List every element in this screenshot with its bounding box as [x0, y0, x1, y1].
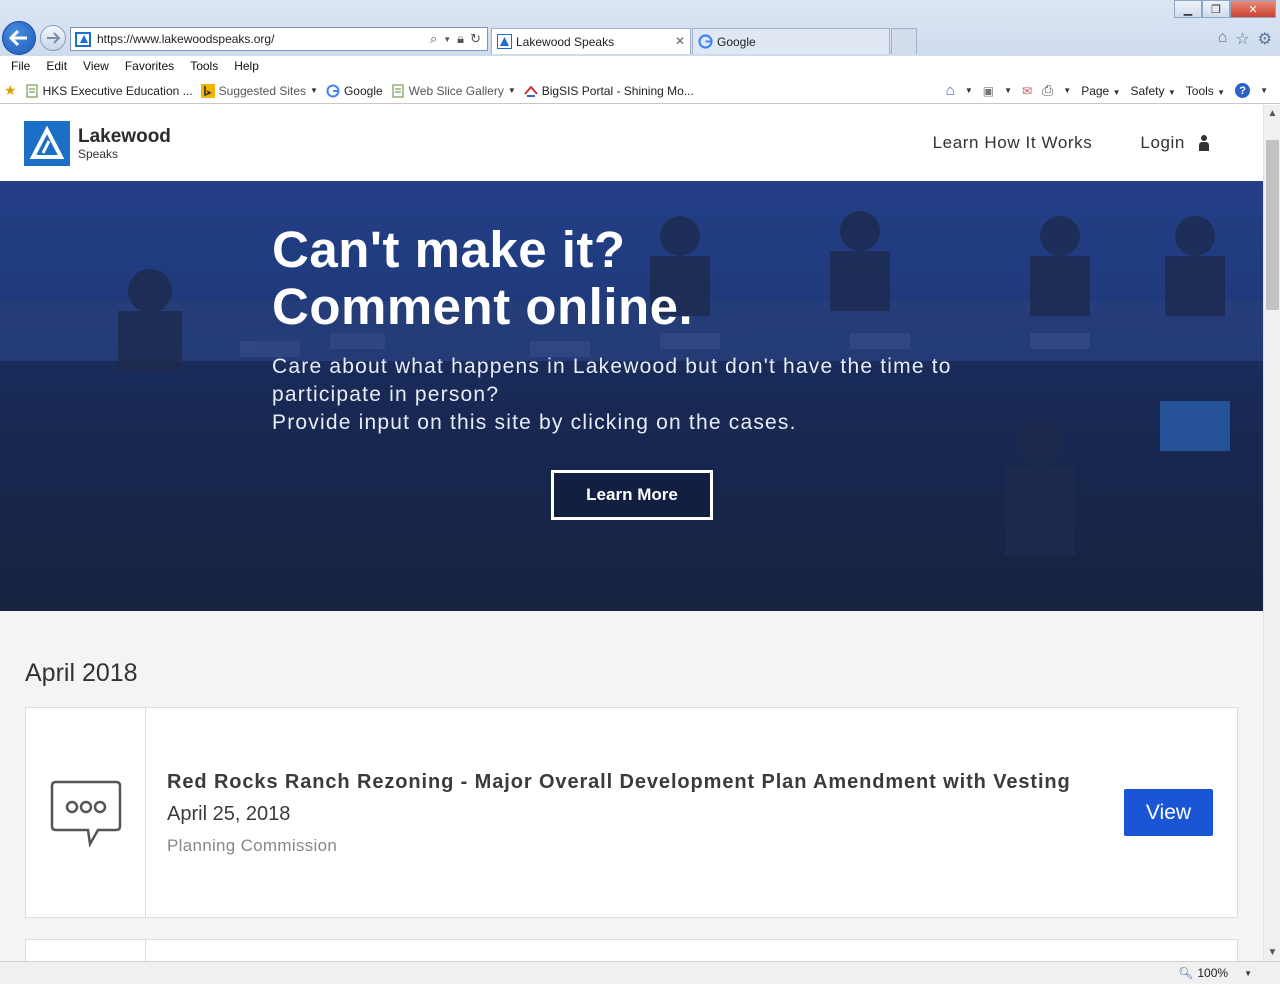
tools-menu[interactable]: Tools ▼ [1186, 84, 1225, 98]
zoom-control[interactable]: 🔍︎ 100% ▼ [1178, 966, 1252, 980]
favorite-suggested-sites[interactable]: Suggested Sites ▼ [200, 83, 318, 98]
page-menu[interactable]: Page ▼ [1081, 84, 1120, 98]
view-button[interactable]: View [1124, 789, 1213, 836]
site-logo[interactable]: Lakewood Speaks [24, 121, 171, 166]
tab-label: Google [717, 35, 756, 49]
forward-button[interactable] [40, 25, 66, 51]
menu-view[interactable]: View [75, 56, 117, 78]
user-icon [1199, 135, 1209, 151]
chevron-down-icon: ▼ [310, 86, 318, 95]
address-url[interactable]: https://www.lakewoodspeaks.org/ [97, 32, 274, 46]
forward-arrow-icon [47, 32, 60, 44]
bing-icon [200, 83, 215, 98]
safety-menu[interactable]: Safety ▼ [1131, 84, 1176, 98]
rss-feed-icon[interactable]: ▣ [983, 84, 994, 98]
chevron-down-icon[interactable]: ▼ [965, 86, 973, 95]
search-icon[interactable]: ⌕ [430, 31, 437, 47]
lock-icon[interactable]: 🔒︎ [457, 31, 464, 47]
comment-bubble-icon [50, 780, 122, 848]
chevron-down-icon: ▼ [1244, 968, 1252, 978]
month-heading: April 2018 [25, 659, 138, 687]
menu-bar: File Edit View Favorites Tools Help [0, 56, 1280, 78]
vertical-scrollbar[interactable]: ▲ ▼ [1263, 105, 1280, 961]
site-nav: Learn How It Works Login [933, 133, 1209, 153]
favorite-web-slice-gallery[interactable]: Web Slice Gallery ▼ [391, 84, 516, 98]
browser-titlebar: https://www.lakewoodspeaks.org/ ⌕ ▼ 🔒︎ ↻… [0, 0, 1280, 56]
home-icon[interactable]: ⌂ [1218, 29, 1228, 49]
case-title[interactable]: Red Rocks Ranch Rezoning - Major Overall… [167, 771, 1071, 794]
home-icon[interactable]: ⌂ [946, 82, 955, 99]
case-card[interactable] [25, 939, 1238, 961]
favorite-hks[interactable]: HKS Executive Education ... [25, 84, 193, 98]
tab-lakewood-speaks[interactable]: Lakewood Speaks ✕ [491, 28, 691, 54]
favorites-bar: ★ HKS Executive Education ... Suggested … [0, 78, 1280, 104]
scroll-down-icon[interactable]: ▼ [1264, 944, 1280, 961]
page-icon [26, 84, 38, 97]
favorite-google[interactable]: Google [326, 84, 383, 98]
dropdown-arrow-icon[interactable]: ▼ [443, 35, 451, 44]
zoom-icon: 🔍︎ [1178, 966, 1194, 980]
menu-favorites[interactable]: Favorites [117, 56, 182, 78]
google-icon [698, 34, 713, 49]
favorites-star-icon[interactable]: ★ [4, 82, 17, 99]
hero-subtitle: Care about what happens in Lakewood but … [272, 355, 952, 434]
google-icon [326, 84, 340, 97]
logo-tagline: Speaks [78, 147, 119, 161]
minimize-button[interactable]: ▁ [1174, 0, 1202, 18]
hero-banner: Can't make it? Comment online. Care abou… [0, 181, 1263, 611]
site-favicon-icon [75, 32, 91, 47]
close-window-button[interactable]: ✕ [1230, 0, 1276, 18]
chevron-down-icon[interactable]: ▼ [1004, 86, 1012, 95]
learn-more-button[interactable]: Learn More [551, 470, 713, 520]
scroll-thumb[interactable] [1266, 140, 1279, 310]
nav-login[interactable]: Login [1140, 133, 1209, 153]
favorites-star-icon[interactable]: ☆ [1235, 29, 1249, 49]
chevron-down-icon[interactable]: ▼ [1063, 86, 1071, 95]
help-icon[interactable]: ? [1235, 83, 1251, 98]
lakewood-logo-icon [24, 121, 70, 166]
hero-title: Can't make it? Comment online. [272, 221, 694, 335]
site-header: Lakewood Speaks Learn How It Works Login [0, 105, 1263, 181]
case-body: Planning Commission [167, 836, 338, 855]
refresh-icon[interactable]: ↻ [470, 31, 481, 47]
case-date: April 25, 2018 [167, 803, 291, 825]
chevron-down-icon: ▼ [507, 86, 516, 95]
nav-learn-how-it-works[interactable]: Learn How It Works [933, 133, 1093, 153]
gear-icon[interactable]: ⚙ [1258, 29, 1272, 49]
case-card[interactable]: Red Rocks Ranch Rezoning - Major Overall… [25, 707, 1238, 918]
menu-tools[interactable]: Tools [182, 56, 226, 78]
menu-help[interactable]: Help [226, 56, 267, 78]
back-arrow-icon [9, 29, 27, 47]
lakewood-favicon-icon [497, 34, 512, 49]
new-tab-button[interactable] [891, 28, 917, 54]
page-icon [392, 84, 404, 97]
menu-file[interactable]: File [3, 56, 38, 78]
page-viewport: Lakewood Speaks Learn How It Works Login [0, 105, 1263, 961]
close-tab-icon[interactable]: ✕ [675, 34, 685, 48]
back-button[interactable] [2, 21, 36, 55]
scroll-up-icon[interactable]: ▲ [1264, 105, 1280, 122]
zoom-level: 100% [1197, 966, 1229, 980]
restore-button[interactable]: ❐ [1202, 0, 1230, 18]
address-bar[interactable]: https://www.lakewoodspeaks.org/ ⌕ ▼ 🔒︎ ↻ [70, 27, 488, 51]
bigsis-icon [523, 84, 538, 97]
status-bar: 🔍︎ 100% ▼ [0, 961, 1280, 984]
tab-label: Lakewood Speaks [516, 35, 615, 49]
mail-icon[interactable]: ✉ [1022, 84, 1032, 98]
menu-edit[interactable]: Edit [38, 56, 75, 78]
favorite-bigsis[interactable]: BigSIS Portal - Shining Mo... [523, 84, 694, 98]
logo-name: Lakewood [78, 126, 171, 147]
chevron-down-icon[interactable]: ▼ [1260, 86, 1268, 95]
tab-google[interactable]: Google [692, 28, 890, 54]
print-icon[interactable]: ⎙ [1042, 82, 1053, 99]
